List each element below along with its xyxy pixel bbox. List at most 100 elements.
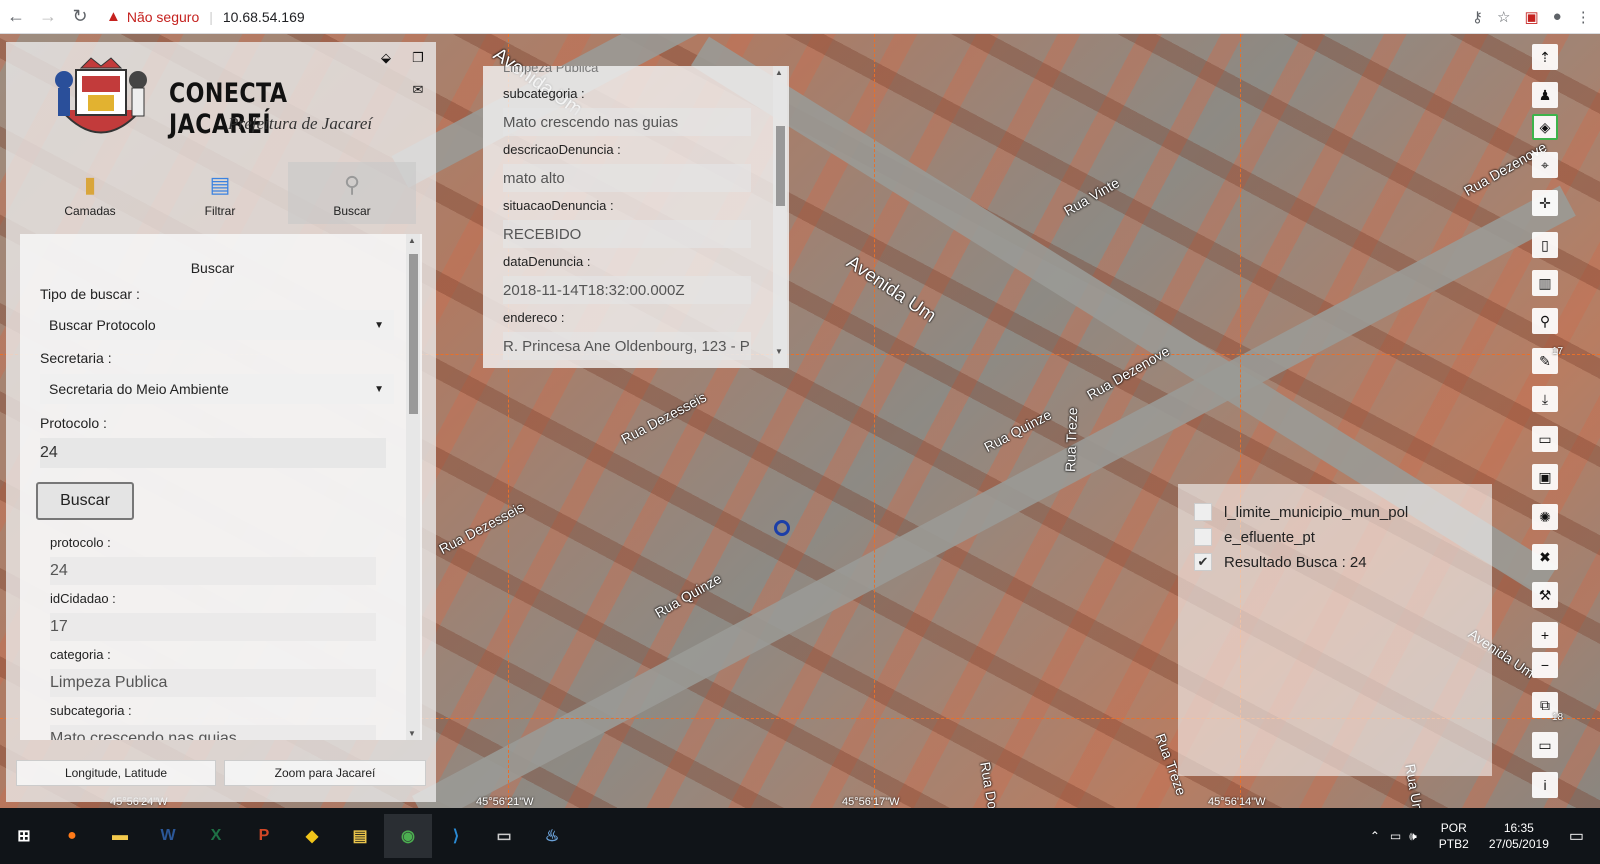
tipo-value: Buscar Protocolo: [49, 317, 156, 333]
legend-label: Resultado Busca : 24: [1224, 553, 1367, 571]
layers-icon[interactable]: ◈: [1532, 114, 1558, 140]
windows-icon[interactable]: ❐: [408, 48, 428, 68]
excel-icon[interactable]: X: [192, 814, 240, 858]
terminal-icon[interactable]: ▭: [480, 814, 528, 858]
dropdown-arrow-icon: ▼: [374, 319, 384, 331]
security-label: Não seguro: [126, 8, 200, 25]
start-icon[interactable]: ⊞: [0, 814, 48, 858]
result-value: 24: [50, 557, 376, 585]
tab-buscar[interactable]: ⚲ Buscar: [288, 162, 416, 224]
protocolo-input[interactable]: 24: [40, 438, 386, 468]
scroll-up-icon[interactable]: ▲: [408, 236, 416, 245]
word-icon[interactable]: W: [144, 814, 192, 858]
scroll-thumb[interactable]: [409, 254, 418, 414]
street-label: Rua Dezesseis: [436, 498, 527, 558]
powerpoint-icon[interactable]: P: [240, 814, 288, 858]
scroll-thumb[interactable]: [776, 126, 785, 206]
tipo-select[interactable]: Buscar Protocolo ▼: [40, 310, 394, 340]
scroll-up-icon[interactable]: ▲: [775, 68, 783, 77]
profile-icon[interactable]: ●: [1553, 8, 1562, 25]
monitor-icon[interactable]: ▭: [1532, 732, 1558, 758]
tab-filtrar[interactable]: ▤ Filtrar: [156, 162, 284, 224]
legend-item[interactable]: ✔ Resultado Busca : 24: [1194, 553, 1367, 571]
mail-icon[interactable]: ✉: [408, 80, 428, 100]
network-icon[interactable]: ▭: [1390, 829, 1401, 843]
scale-label: 18: [1552, 712, 1564, 723]
info-icon[interactable]: i: [1532, 772, 1558, 798]
reload-icon[interactable]: ↻: [64, 1, 96, 33]
scroll-down-icon[interactable]: ▼: [775, 347, 783, 356]
document-icon[interactable]: ▯: [1532, 232, 1558, 258]
popup-value: Mato crescendo nas guias: [503, 108, 751, 136]
download-icon[interactable]: ⤓: [1532, 386, 1558, 412]
lang-line-2: PTB2: [1438, 837, 1469, 851]
zoom-in-icon[interactable]: +: [1532, 622, 1558, 648]
chrome-icon[interactable]: ◉: [384, 814, 432, 858]
git-icon[interactable]: ◆: [288, 814, 336, 858]
paint-bucket-icon[interactable]: ⬙: [376, 48, 396, 68]
address-separator: |: [209, 8, 213, 25]
windows-taskbar: ⊞ ● ▬ W X P ◆ ▤ ◉ ⟩ ▭ ♨ ⌃ ▭ 🕪 POR PTB2 1…: [0, 808, 1600, 864]
url-text: 10.68.54.169: [222, 8, 305, 25]
palette-icon[interactable]: ✺: [1532, 504, 1558, 530]
key-icon[interactable]: ⚷: [1472, 8, 1483, 26]
result-value: Limpeza Publica: [50, 669, 376, 697]
chevron-up-icon[interactable]: ⌃: [1370, 829, 1380, 843]
search-icon[interactable]: ⚲: [1532, 308, 1558, 334]
star-icon[interactable]: ☆: [1497, 8, 1510, 26]
grid-line: [874, 34, 875, 808]
coord-label: 45°56'21"W: [476, 796, 534, 808]
longitude-latitude-button[interactable]: Longitude, Latitude: [16, 760, 216, 786]
crosshair-icon[interactable]: ✛: [1532, 190, 1558, 216]
file-explorer-icon[interactable]: ▬: [96, 814, 144, 858]
warning-icon: ▲: [106, 8, 121, 25]
legend-item[interactable]: l_limite_municipio_mun_pol: [1194, 503, 1408, 521]
forward-icon[interactable]: →: [32, 1, 64, 33]
menu-icon[interactable]: ⋮: [1576, 8, 1591, 26]
tools-app-icon[interactable]: ▤: [336, 814, 384, 858]
legend-item[interactable]: e_efluente_pt: [1194, 528, 1315, 546]
clock[interactable]: 16:35 27/05/2019: [1489, 820, 1549, 852]
legend-label: l_limite_municipio_mun_pol: [1224, 503, 1409, 521]
result-label: subcategoria :: [50, 703, 132, 718]
postgres-icon[interactable]: ♨: [528, 814, 576, 858]
pdf-extension-icon[interactable]: ▣: [1524, 8, 1538, 26]
address-bar[interactable]: ▲ Não seguro | 10.68.54.169: [106, 4, 1466, 30]
tab-camadas[interactable]: ▮ Camadas: [26, 162, 154, 224]
ruler-icon[interactable]: ▭: [1532, 426, 1558, 452]
firefox-icon[interactable]: ●: [48, 814, 96, 858]
user-pin-icon[interactable]: ♟: [1532, 82, 1558, 108]
result-label: protocolo :: [50, 535, 111, 550]
search-result-marker[interactable]: [774, 520, 790, 536]
secretaria-select[interactable]: Secretaria do Meio Ambiente ▼: [40, 374, 394, 404]
tipo-label: Tipo de buscar :: [40, 286, 140, 302]
popup-scrollbar[interactable]: ▲ ▼: [773, 66, 787, 368]
notifications-icon[interactable]: ▭: [1569, 826, 1584, 846]
screen-icon[interactable]: ▣: [1532, 464, 1558, 490]
wrench-icon[interactable]: ⚒: [1532, 582, 1558, 608]
secretaria-value: Secretaria do Meio Ambiente: [49, 381, 229, 397]
scroll-down-icon[interactable]: ▼: [408, 729, 416, 738]
search-scrollbar[interactable]: ▲ ▼: [406, 234, 420, 740]
map-pin-icon[interactable]: ⌖: [1532, 152, 1558, 178]
checkbox[interactable]: [1194, 528, 1212, 546]
system-tray: ⌃ ▭ 🕪 POR PTB2 16:35 27/05/2019 ▭: [1370, 808, 1600, 864]
dropdown-arrow-icon: ▼: [374, 383, 384, 395]
time: 16:35: [1503, 821, 1534, 835]
vscode-icon[interactable]: ⟩: [432, 814, 480, 858]
checkbox[interactable]: [1194, 503, 1212, 521]
street-label: Rua Quinze: [652, 570, 725, 621]
result-value: 17: [50, 613, 376, 641]
language-indicator[interactable]: POR PTB2: [1439, 820, 1469, 852]
zoom-jacarei-button[interactable]: Zoom para Jacareí: [224, 760, 426, 786]
search-title: Buscar: [190, 260, 235, 276]
document-icon: ▤: [209, 172, 231, 197]
volume-icon[interactable]: 🕪: [1409, 829, 1417, 844]
buscar-button[interactable]: Buscar: [36, 482, 134, 520]
back-icon[interactable]: ←: [0, 1, 32, 33]
compass-icon[interactable]: ⇡: [1532, 44, 1558, 70]
checkbox-checked[interactable]: ✔: [1194, 553, 1212, 571]
zoom-out-icon[interactable]: −: [1532, 652, 1558, 678]
tools-icon[interactable]: ✖: [1532, 544, 1558, 570]
chart-icon[interactable]: ▥: [1532, 270, 1558, 296]
